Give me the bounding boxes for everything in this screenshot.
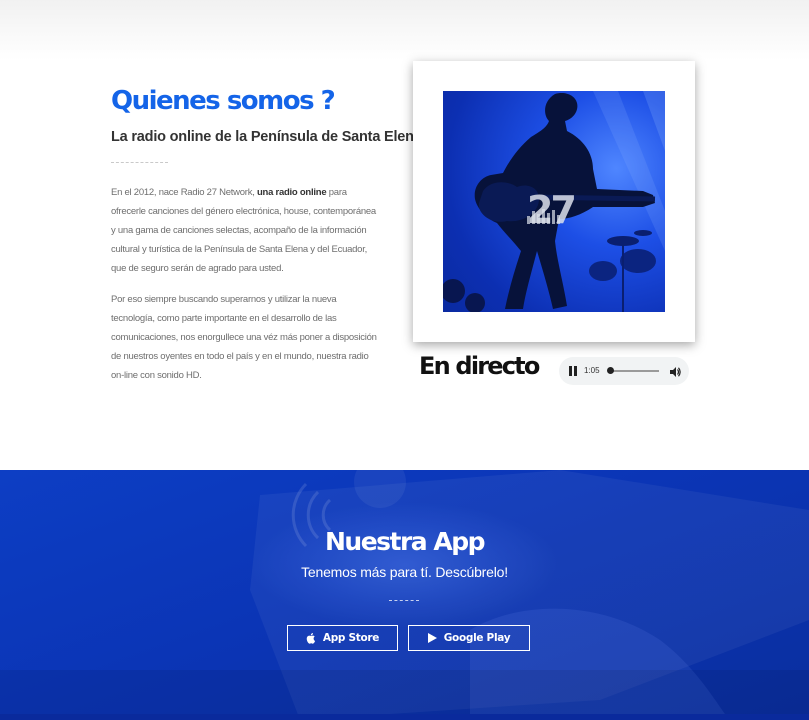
app-title: Nuestra App (324, 527, 486, 556)
about-subtitle: La radio online de la Península de Santa… (111, 129, 422, 145)
audio-player[interactable]: 1:05 (559, 357, 689, 385)
progress-knob[interactable] (607, 367, 615, 374)
about-paragraph-1-end: para ofrecerle canciones del género elec… (111, 187, 376, 274)
volume-icon[interactable] (669, 365, 681, 383)
google-play-label: Google Play (443, 632, 511, 644)
photo-frame: 27 (413, 61, 695, 342)
about-divider (111, 162, 168, 163)
about-section: Quienes somos ? La radio online de la Pe… (0, 0, 809, 470)
progress-track[interactable] (608, 370, 659, 372)
about-paragraph-1-start: En el 2012, nace Radio 27 Network, (111, 187, 257, 198)
apple-icon (306, 632, 316, 644)
phone-background-image (0, 470, 809, 720)
app-store-button[interactable]: App Store (287, 625, 398, 651)
about-paragraph-1: En el 2012, nace Radio 27 Network, una r… (111, 183, 379, 278)
guitarist-silhouette: 27 (443, 91, 665, 312)
app-store-label: App Store (322, 632, 380, 644)
guitarist-photo: 27 (443, 91, 665, 312)
about-paragraph-2: Por eso siempre buscando superarnos y ut… (111, 294, 377, 381)
app-subtitle: Tenemos más para tí. Descúbrelo! (301, 564, 508, 580)
play-icon (427, 633, 437, 643)
radio-27-logo: 27 (527, 188, 574, 232)
bottom-bar (0, 714, 809, 720)
app-divider (389, 600, 419, 601)
player-time: 1:05 (584, 366, 600, 375)
about-paragraph-1-bold: una radio online (256, 187, 327, 198)
google-play-button[interactable]: Google Play (408, 625, 530, 651)
pause-icon[interactable] (569, 366, 577, 376)
live-label: En directo (419, 352, 540, 380)
about-title: Quienes somos ? (111, 86, 336, 116)
app-section: Nuestra App Tenemos más para tí. Descúbr… (0, 470, 809, 720)
